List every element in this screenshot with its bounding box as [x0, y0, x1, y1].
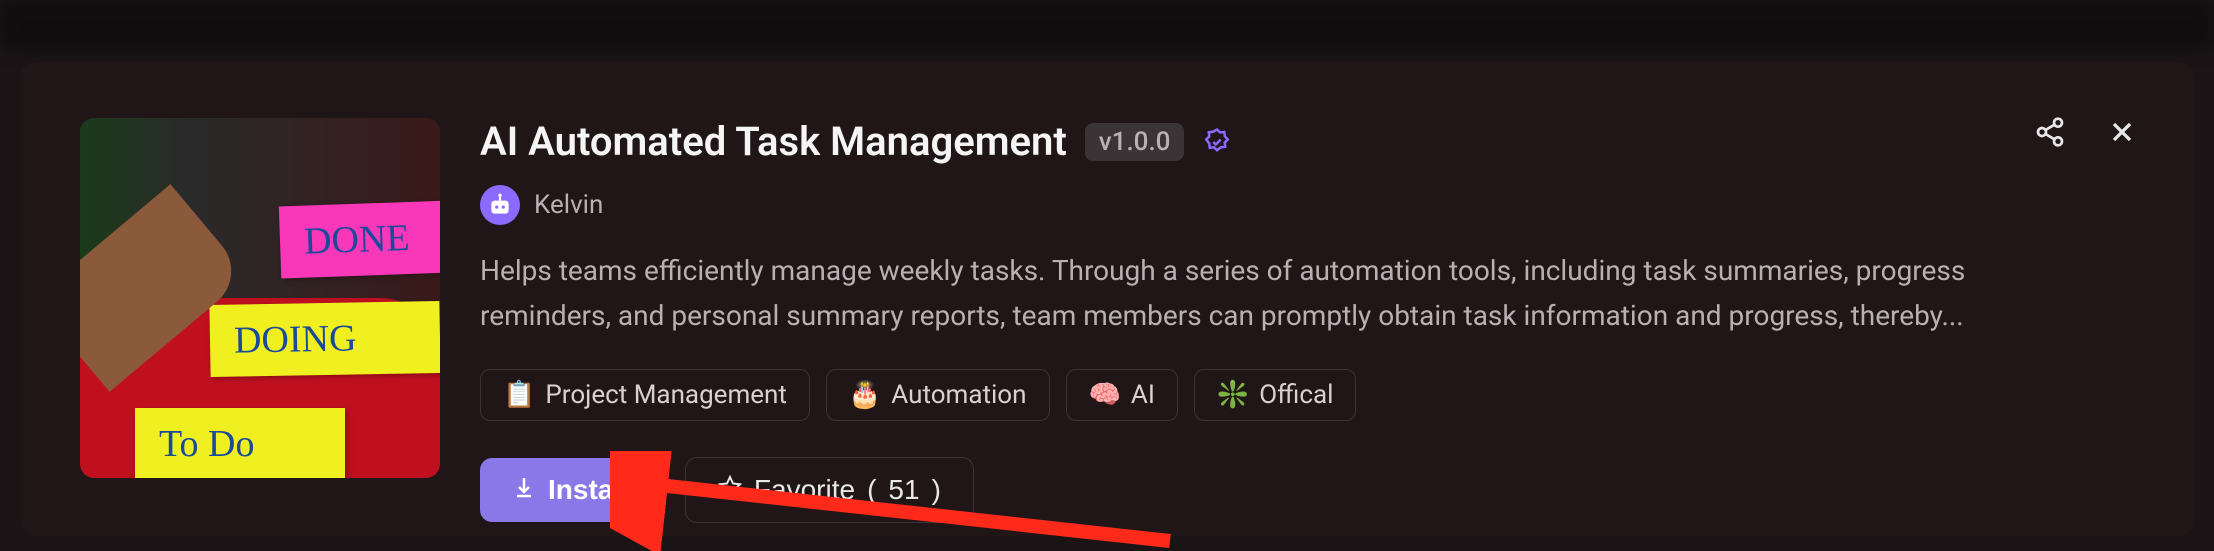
tag-official[interactable]: ❇️ Offical	[1194, 369, 1357, 421]
tag-label: Automation	[891, 380, 1026, 410]
star-icon	[718, 474, 742, 506]
share-button[interactable]	[2034, 116, 2066, 148]
plugin-content: AI Automated Task Management v1.0.0	[480, 118, 2134, 496]
tag-label: Offical	[1259, 380, 1333, 410]
header-row: AI Automated Task Management v1.0.0	[480, 118, 2134, 165]
tag-label: AI	[1131, 380, 1155, 410]
plugin-title: AI Automated Task Management	[480, 118, 1067, 165]
tag-project-management[interactable]: 📋 Project Management	[480, 369, 810, 421]
sticky-note-doing: DOING	[209, 301, 440, 377]
author-row: Kelvin	[480, 185, 2134, 225]
version-badge: v1.0.0	[1085, 123, 1185, 161]
verified-icon	[1202, 127, 1232, 157]
tag-emoji: 🎂	[849, 380, 881, 410]
favorite-label: Favorite	[754, 474, 855, 506]
sticky-note-todo: To Do	[135, 408, 345, 478]
tags-row: 📋 Project Management 🎂 Automation 🧠 AI ❇…	[480, 369, 2134, 421]
tag-automation[interactable]: 🎂 Automation	[826, 369, 1050, 421]
buttons-row: Install Favorite(51)	[480, 457, 2134, 523]
plugin-thumbnail: DONE DOING To Do	[80, 118, 440, 478]
install-button[interactable]: Install	[480, 458, 661, 522]
favorite-button[interactable]: Favorite(51)	[685, 457, 974, 523]
favorite-count: 51	[888, 474, 919, 506]
tag-emoji: 🧠	[1089, 380, 1121, 410]
tag-emoji: ❇️	[1217, 380, 1249, 410]
top-actions	[2034, 116, 2138, 148]
author-avatar	[480, 185, 520, 225]
tag-label: Project Management	[545, 380, 787, 410]
install-label: Install	[548, 474, 629, 506]
download-icon	[512, 474, 536, 506]
plugin-card: DONE DOING To Do AI Automated Task Manag…	[20, 62, 2194, 536]
author-name: Kelvin	[534, 190, 603, 220]
plugin-description: Helps teams efficiently manage weekly ta…	[480, 249, 2080, 339]
close-button[interactable]	[2106, 116, 2138, 148]
background-blur	[0, 0, 2214, 50]
sticky-note-done: DONE	[279, 200, 440, 279]
tag-ai[interactable]: 🧠 AI	[1066, 369, 1178, 421]
tag-emoji: 📋	[503, 380, 535, 410]
